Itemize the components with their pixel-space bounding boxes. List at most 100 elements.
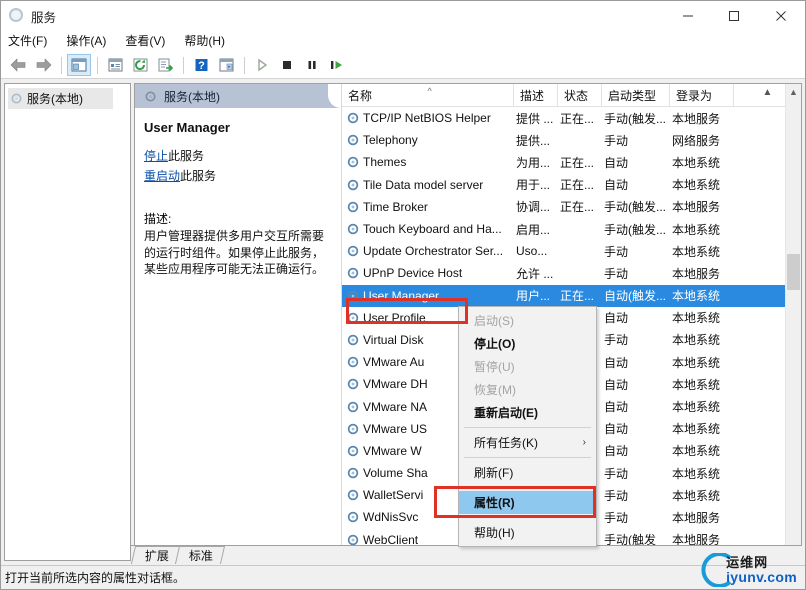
menu-item-help[interactable]: 帮助(H) xyxy=(184,31,225,52)
restart-service-icon[interactable] xyxy=(325,54,349,76)
cell-startup-type: 自动(触发... xyxy=(604,289,666,304)
description-text: 用户管理器提供多用户交互所需要的运行时组件。如果停止此服务，某些应用程序可能无法… xyxy=(144,229,325,276)
cell-log-on-as: 本地系统 xyxy=(672,178,721,193)
show-hide-tree-icon[interactable] xyxy=(67,54,91,76)
cell-status: 正在... xyxy=(560,111,595,126)
selected-service-title: User Manager xyxy=(144,120,230,135)
restart-service-link[interactable]: 重启动 xyxy=(144,169,180,183)
cell-description: 提供 ... xyxy=(516,111,554,126)
cell-log-on-as: 本地系统 xyxy=(672,466,721,481)
services-gear-icon xyxy=(9,8,25,24)
cell-description: 提供... xyxy=(516,133,551,148)
menu-item-view[interactable]: 查看(V) xyxy=(125,31,165,52)
cell-log-on-as: 本地系统 xyxy=(672,444,721,459)
context-menu-item[interactable]: 刷新(F) xyxy=(459,461,596,484)
scrollbar-thumb[interactable] xyxy=(787,254,800,290)
cell-log-on-as: 本地系统 xyxy=(672,355,721,370)
cell-startup-type: 自动 xyxy=(604,400,629,415)
table-row[interactable]: Time Broker 协调... 正在... 手动(触发... 本地服务 xyxy=(342,196,801,218)
tree-item-services-local[interactable]: 服务(本地) xyxy=(8,88,113,109)
show-hide-console-tree-icon[interactable] xyxy=(214,54,238,76)
context-menu-item[interactable]: 重新启动(E) xyxy=(459,401,596,424)
cell-startup-type: 自动 xyxy=(604,377,629,392)
stop-service-link[interactable]: 停止 xyxy=(144,149,168,163)
table-row[interactable]: Themes 为用... 正在... 自动 本地系统 xyxy=(342,151,801,173)
table-row[interactable]: TCP/IP NetBIOS Helper 提供 ... 正在... 手动(触发...… xyxy=(342,107,801,129)
column-header-name[interactable]: 名称 ^ xyxy=(342,84,514,106)
menu-item-action[interactable]: 操作(A) xyxy=(66,31,106,52)
cell-log-on-as: 本地服务 xyxy=(672,111,721,126)
cell-startup-type: 自动 xyxy=(604,178,629,193)
service-gear-icon xyxy=(347,379,359,390)
service-name-label: VMware US xyxy=(363,421,428,436)
service-gear-icon xyxy=(347,490,359,501)
stop-service-icon[interactable] xyxy=(275,54,299,76)
submenu-chevron-right-icon: › xyxy=(582,437,586,448)
properties-icon[interactable] xyxy=(103,54,127,76)
cell-startup-type: 自动 xyxy=(604,422,629,437)
context-menu-item[interactable]: 停止(O) xyxy=(459,332,596,355)
table-row[interactable]: Touch Keyboard and Ha... 启用... 手动(触发... 本地系… xyxy=(342,218,801,240)
forward-icon[interactable] xyxy=(31,54,55,76)
service-name-label: Virtual Disk xyxy=(363,332,424,347)
export-list-icon[interactable] xyxy=(153,54,177,76)
menu-item-file[interactable]: 文件(F) xyxy=(8,31,47,52)
maximize-icon[interactable] xyxy=(711,1,757,31)
service-name-label: Update Orchestrator Ser... xyxy=(363,244,504,259)
context-menu-separator xyxy=(464,487,591,488)
table-row[interactable]: User Manager 用户... 正在... 自动(触发... 本地系统 xyxy=(342,284,801,307)
cell-log-on-as: 本地系统 xyxy=(672,244,721,259)
help-icon[interactable]: ? xyxy=(189,54,213,76)
table-row[interactable]: Update Orchestrator Ser... Uso... 手动 本地系统 xyxy=(342,240,801,262)
tab-standard[interactable]: 标准 xyxy=(174,546,226,564)
status-bar: 打开当前所选内容的属性对话框。 xyxy=(1,565,805,589)
back-icon[interactable] xyxy=(6,54,30,76)
cell-startup-type: 自动 xyxy=(604,444,629,459)
start-service-icon[interactable] xyxy=(250,54,274,76)
tab-extended[interactable]: 扩展 xyxy=(130,546,182,564)
context-menu-separator xyxy=(464,457,591,458)
service-gear-icon xyxy=(347,334,359,346)
column-header-status[interactable]: 状态 xyxy=(558,84,602,106)
console-tree-pane: 服务(本地) xyxy=(4,83,131,561)
cell-service-name: User Manager xyxy=(342,289,514,303)
services-gear-icon xyxy=(11,93,22,104)
cell-startup-type: 自动 xyxy=(604,155,629,170)
description-label: 描述: xyxy=(144,212,172,226)
context-menu-item: 暂停(U) xyxy=(459,355,596,378)
cell-status: 正在... xyxy=(560,155,595,170)
pause-service-icon[interactable] xyxy=(300,54,324,76)
service-name-label: Themes xyxy=(363,155,407,170)
refresh-icon[interactable] xyxy=(128,54,152,76)
list-vertical-scrollbar[interactable]: ▲ ▼ xyxy=(785,84,801,560)
table-row[interactable]: Tile Data model server 用于... 正在... 自动 本地系统 xyxy=(342,174,801,196)
table-row[interactable]: Telephony 提供... 手动 网络服务 xyxy=(342,129,801,151)
cell-log-on-as: 本地系统 xyxy=(672,400,721,415)
service-name-label: Touch Keyboard and Ha... xyxy=(363,222,502,237)
context-menu-item: 恢复(M) xyxy=(459,378,596,401)
column-header-startup-type[interactable]: 启动类型 xyxy=(602,84,670,106)
cell-description: 允许 ... xyxy=(516,266,554,281)
context-menu-item[interactable]: 属性(R) xyxy=(459,491,596,514)
service-gear-icon xyxy=(347,512,359,523)
cell-service-name: Touch Keyboard and Ha... xyxy=(342,222,514,236)
context-menu-item-label: 属性(R) xyxy=(474,496,515,510)
context-menu-item-label: 帮助(H) xyxy=(474,526,515,540)
list-header: 名称 ^ 描述 状态 启动类型 登录为 ▲ xyxy=(342,84,801,107)
cell-status: 正在... xyxy=(560,200,595,215)
context-menu-item[interactable]: 帮助(H) xyxy=(459,521,596,544)
service-gear-icon xyxy=(347,112,359,124)
cell-log-on-as: 本地系统 xyxy=(672,155,721,170)
tab-extended-label: 扩展 xyxy=(144,549,169,563)
column-header-description[interactable]: 描述 xyxy=(514,84,558,106)
close-icon[interactable] xyxy=(757,1,805,31)
context-menu-item[interactable]: 所有任务(K) › xyxy=(459,431,596,454)
table-row[interactable]: UPnP Device Host 允许 ... 手动 本地服务 xyxy=(342,262,801,284)
svg-text:?: ? xyxy=(198,60,205,72)
context-menu-item-label: 暂停(U) xyxy=(474,360,515,374)
column-header-log-on-as[interactable]: 登录为 xyxy=(670,84,734,106)
service-name-label: UPnP Device Host xyxy=(363,266,463,281)
minimize-icon[interactable] xyxy=(665,1,711,31)
service-name-label: VMware NA xyxy=(363,399,428,414)
scroll-up-arrow-icon[interactable]: ▲ xyxy=(786,84,801,99)
